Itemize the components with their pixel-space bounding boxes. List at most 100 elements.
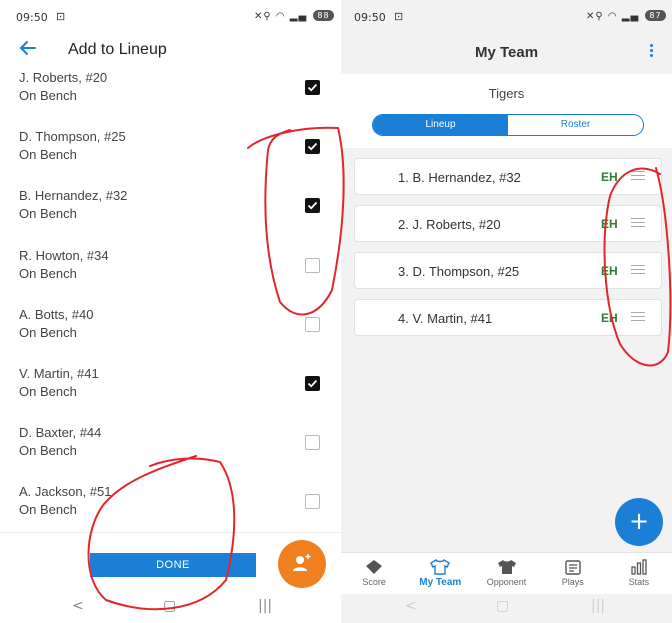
player-name: A. Botts, #40	[19, 306, 94, 322]
tab-label: My Team	[419, 577, 462, 588]
player-status: On Bench	[19, 502, 77, 518]
lineup-item[interactable]: 1. B. Hernandez, #32 EH	[354, 158, 662, 195]
nav-home-icon[interactable]: ▢	[496, 598, 509, 614]
drag-handle-icon[interactable]	[631, 265, 645, 277]
add-button[interactable]: +	[615, 498, 663, 546]
tab-opponent[interactable]: Opponent	[473, 553, 539, 594]
tab-my-team[interactable]: My Team	[407, 553, 473, 594]
team-header: Tigers Lineup Roster	[341, 74, 672, 148]
jersey-filled-icon	[497, 560, 516, 574]
nav-home-icon[interactable]: ▢	[163, 598, 176, 614]
lineup-item[interactable]: 3. D. Thompson, #25 EH	[354, 252, 662, 289]
add-to-lineup-screen: 09:50 ⊡ ✕⚲ ◠ ▂▄ 88 Add to Lineup J. Robe…	[0, 0, 341, 623]
system-nav-bar: < ▢ |||	[0, 594, 341, 623]
back-arrow-icon[interactable]	[18, 38, 38, 58]
player-status: On Bench	[19, 383, 77, 399]
player-checkbox-checked[interactable]	[305, 139, 320, 155]
player-name: V. Martin, #41	[19, 365, 99, 381]
player-name: D. Thompson, #25	[19, 129, 126, 145]
status-time: 09:50	[354, 11, 386, 24]
tab-score[interactable]: Score	[341, 553, 407, 594]
tab-label: Plays	[561, 577, 584, 587]
lineup-player: 4. V. Martin, #41	[398, 311, 493, 326]
player-row[interactable]: R. Howton, #34 On Bench	[0, 248, 341, 307]
add-player-button[interactable]	[278, 540, 326, 588]
bottom-tab-bar: Score My Team Opponent Plays Stats	[341, 552, 672, 594]
player-row[interactable]: D. Thompson, #25 On Bench	[0, 129, 341, 188]
nav-back-icon[interactable]: <	[72, 598, 84, 614]
lineup-player: 1. B. Hernandez, #32	[398, 170, 521, 185]
system-nav-bar: < ▢ |||	[341, 594, 672, 623]
more-options-icon[interactable]	[650, 44, 654, 60]
player-checkbox-unchecked[interactable]	[305, 494, 320, 510]
player-checkbox-unchecked[interactable]	[305, 316, 320, 332]
bar-chart-icon	[631, 559, 647, 575]
player-status: On Bench	[19, 147, 77, 163]
player-checkbox-checked[interactable]	[305, 375, 320, 391]
status-icons: ✕⚲ ◠ ▂▄ 88	[254, 10, 334, 22]
tab-label: Score	[362, 577, 386, 587]
nav-recents-icon[interactable]: |||	[591, 598, 605, 614]
player-status: On Bench	[19, 265, 77, 281]
drag-handle-icon[interactable]	[631, 218, 645, 230]
clipboard-icon	[565, 560, 581, 575]
plus-icon: +	[628, 507, 650, 535]
add-person-icon	[293, 554, 311, 571]
team-name: Tigers	[488, 86, 525, 101]
tab-roster[interactable]: Roster	[508, 115, 643, 135]
status-bar: 09:50 ⊡ ✕⚲ ◠ ▂▄ 88	[0, 0, 341, 32]
status-icons: ✕⚲ ◠ ▂▄ 87	[586, 10, 666, 22]
battery-icon: 87	[645, 10, 666, 21]
tab-stats[interactable]: Stats	[606, 553, 672, 594]
player-row[interactable]: D. Baxter, #44 On Bench	[0, 425, 341, 484]
player-row[interactable]: J. Roberts, #20 On Bench	[0, 70, 341, 129]
done-button[interactable]: DONE	[90, 553, 256, 577]
lineup-item[interactable]: 2. J. Roberts, #20 EH	[354, 205, 662, 242]
player-checkbox-unchecked[interactable]	[305, 257, 320, 273]
player-row[interactable]: B. Hernandez, #32 On Bench	[0, 188, 341, 247]
lineup-player: 3. D. Thompson, #25	[398, 264, 520, 279]
player-name: A. Jackson, #51	[19, 484, 112, 500]
player-checkbox-checked[interactable]	[305, 80, 320, 95]
position-badge[interactable]: EH	[601, 217, 618, 231]
nav-recents-icon[interactable]: |||	[258, 598, 272, 614]
battery-icon: 88	[313, 10, 334, 21]
lineup-roster-toggle: Lineup Roster	[372, 114, 644, 136]
my-team-screen: 09:50 ⊡ ✕⚲ ◠ ▂▄ 87 My Team Tigers Lineup…	[341, 0, 672, 623]
player-status: On Bench	[19, 206, 77, 222]
tab-label: Opponent	[486, 577, 527, 587]
player-name: R. Howton, #34	[19, 247, 109, 263]
page-title: Add to Lineup	[68, 41, 167, 58]
status-time: 09:50	[16, 11, 48, 24]
jersey-icon	[430, 559, 451, 575]
player-status: On Bench	[19, 88, 77, 103]
app-bar: My Team	[341, 32, 672, 74]
player-name: B. Hernandez, #32	[19, 188, 128, 204]
player-checkbox-checked[interactable]	[305, 198, 320, 214]
position-badge[interactable]: EH	[601, 170, 618, 184]
drag-handle-icon[interactable]	[631, 312, 645, 324]
player-name: D. Baxter, #44	[19, 425, 102, 441]
player-row[interactable]: A. Botts, #40 On Bench	[0, 307, 341, 366]
player-status: On Bench	[19, 443, 77, 459]
lineup-item[interactable]: 4. V. Martin, #41 EH	[354, 299, 662, 336]
tab-label: Stats	[628, 577, 650, 587]
diamond-icon	[366, 560, 383, 574]
player-list: J. Roberts, #20 On Bench D. Thompson, #2…	[0, 70, 341, 544]
player-name: J. Roberts, #20	[19, 70, 108, 85]
player-checkbox-unchecked[interactable]	[305, 435, 320, 451]
page-title: My Team	[474, 44, 539, 61]
tab-plays[interactable]: Plays	[540, 553, 606, 594]
drag-handle-icon[interactable]	[631, 171, 645, 183]
player-status: On Bench	[19, 324, 77, 340]
position-badge[interactable]: EH	[601, 264, 618, 278]
app-bar: Add to Lineup	[0, 32, 341, 68]
position-badge[interactable]: EH	[601, 311, 618, 325]
tab-lineup[interactable]: Lineup	[373, 115, 508, 135]
lineup-player: 2. J. Roberts, #20	[398, 217, 501, 232]
status-bar: 09:50 ⊡ ✕⚲ ◠ ▂▄ 87	[341, 0, 672, 32]
nav-back-icon[interactable]: <	[405, 598, 417, 614]
screen-record-icon: ⊡	[394, 11, 404, 23]
lineup-list: 1. B. Hernandez, #32 EH 2. J. Roberts, #…	[354, 158, 662, 346]
player-row[interactable]: V. Martin, #41 On Bench	[0, 366, 341, 425]
